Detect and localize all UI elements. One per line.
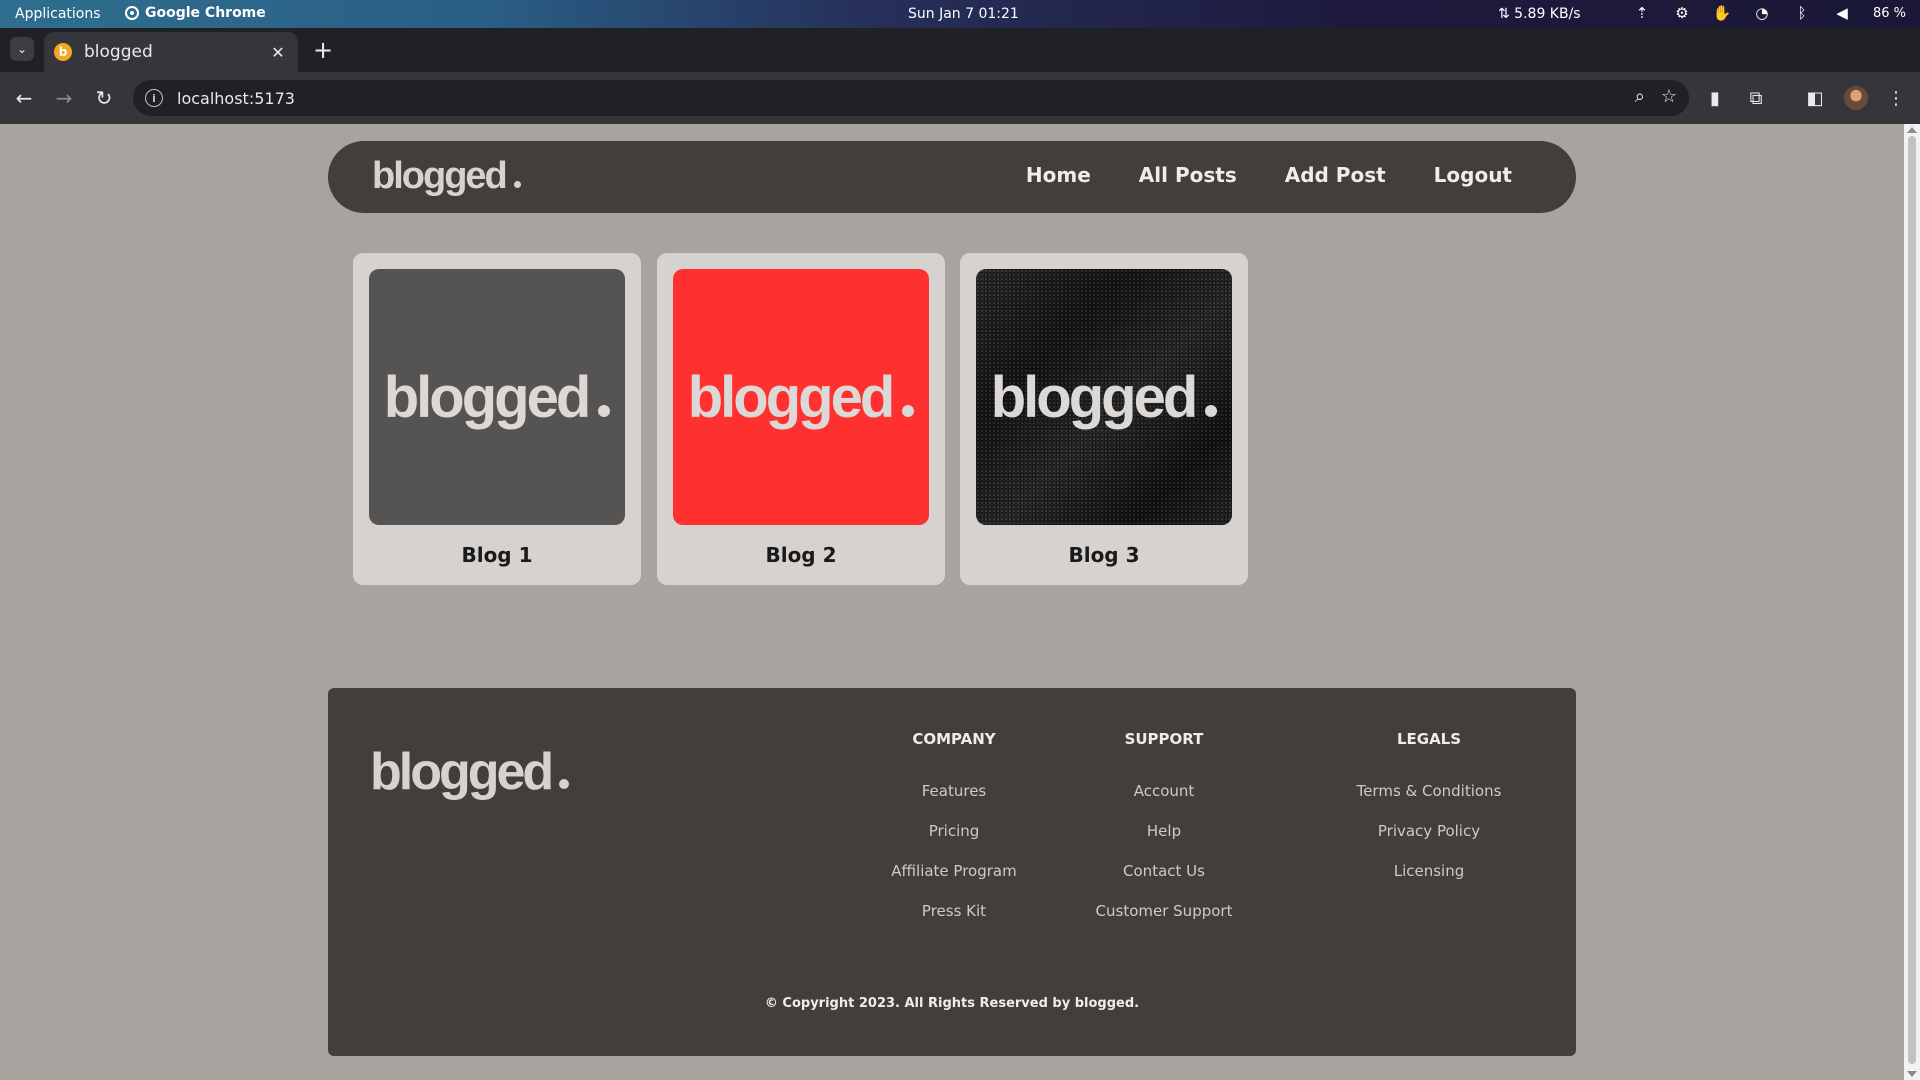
footer-column-support: SUPPORT Account Help Contact Us Customer… <box>1074 730 1254 942</box>
footer-heading: LEGALS <box>1396 730 1462 748</box>
footer-link-licensing[interactable]: Licensing <box>1329 862 1529 880</box>
post-title[interactable]: Blog 1 <box>353 543 641 567</box>
main-nav: Home All Posts Add Post Logout <box>1026 163 1512 187</box>
profile-avatar[interactable] <box>1842 84 1870 112</box>
bluetooth-icon[interactable]: ᛒ <box>1793 4 1811 22</box>
logo-dot-icon <box>559 779 570 789</box>
side-panel-icon[interactable]: ◧ <box>1801 84 1829 112</box>
post-card[interactable]: blogged Blog 3 <box>960 253 1248 585</box>
battery-indicator[interactable]: 86 % <box>1873 6 1906 21</box>
logo-dot-icon <box>1205 404 1218 417</box>
thumbnail-logo: blogged <box>384 364 611 431</box>
post-title[interactable]: Blog 2 <box>657 543 945 567</box>
browser-toolbar: ← → ↻ i localhost:5173 ⌕ ☆ ▮ ⧉ ◧ ⋮ <box>0 72 1920 124</box>
site-info-icon[interactable]: i <box>145 89 163 107</box>
post-thumbnail[interactable]: blogged <box>673 269 929 525</box>
extensions-puzzle-icon[interactable]: ⧉ <box>1742 84 1770 112</box>
bookmark-star-icon[interactable]: ☆ <box>1661 86 1677 107</box>
applications-menu[interactable]: Applications <box>15 6 101 22</box>
scroll-thumb[interactable] <box>1908 136 1916 1064</box>
forward-arrow-icon[interactable]: → <box>50 84 78 112</box>
footer-column-legals: LEGALS Terms & Conditions Privacy Policy… <box>1329 730 1529 902</box>
url-text[interactable]: localhost:5173 <box>177 89 295 108</box>
tab-title: blogged <box>84 42 153 62</box>
logo-dot-icon <box>902 404 915 417</box>
footer-logo[interactable]: blogged <box>370 742 570 802</box>
post-thumbnail[interactable]: blogged <box>976 269 1232 525</box>
nav-add-post[interactable]: Add Post <box>1285 163 1386 187</box>
chrome-icon <box>125 6 139 20</box>
footer-link-customer-support[interactable]: Customer Support <box>1074 902 1254 920</box>
extension-icon[interactable]: ▮ <box>1701 84 1729 112</box>
thumbnail-logo-text: blogged <box>687 364 896 430</box>
nav-logout[interactable]: Logout <box>1434 163 1512 187</box>
scroll-up-arrow-icon[interactable] <box>1907 127 1917 133</box>
settings-gear-icon[interactable]: ⚙ <box>1673 4 1691 22</box>
active-app-indicator[interactable]: Google Chrome <box>125 5 266 21</box>
thumbnail-logo-text: blogged <box>383 364 592 430</box>
footer-link-help[interactable]: Help <box>1074 822 1254 840</box>
post-thumbnail[interactable]: blogged <box>369 269 625 525</box>
network-speed: ⇅ 5.89 KB/s <box>1498 6 1581 22</box>
footer-heading: SUPPORT <box>1124 730 1204 748</box>
footer-link-pricing[interactable]: Pricing <box>864 822 1044 840</box>
wifi-icon[interactable]: ◔ <box>1753 4 1771 22</box>
footer-link-features[interactable]: Features <box>864 782 1044 800</box>
post-title[interactable]: Blog 3 <box>960 543 1248 567</box>
footer-link-account[interactable]: Account <box>1074 782 1254 800</box>
footer-link-press-kit[interactable]: Press Kit <box>864 902 1044 920</box>
thumbnail-logo: blogged <box>688 364 915 431</box>
close-tab-icon[interactable]: ✕ <box>268 43 288 62</box>
active-app-name: Google Chrome <box>145 5 266 21</box>
nav-all-posts[interactable]: All Posts <box>1139 163 1237 187</box>
thumbnail-logo: blogged <box>991 364 1218 431</box>
address-bar[interactable]: i localhost:5173 ⌕ ☆ <box>133 80 1689 116</box>
network-indicator-icon[interactable]: ⇡ <box>1633 4 1651 22</box>
system-tray: ⇡ ⚙ ✋ ◔ ᛒ ◀ 86 % <box>1633 4 1906 22</box>
footer-link-terms[interactable]: Terms & Conditions <box>1329 782 1529 800</box>
site-header: blogged Home All Posts Add Post Logout <box>328 141 1576 213</box>
nav-home[interactable]: Home <box>1026 163 1091 187</box>
thumbnail-logo-text: blogged <box>990 364 1199 430</box>
logo-dot-icon <box>598 404 611 417</box>
copyright-text: © Copyright 2023. All Rights Reserved by… <box>764 996 1140 1011</box>
browser-menu-icon[interactable]: ⋮ <box>1882 84 1910 112</box>
tab-blogged[interactable]: b blogged ✕ <box>44 32 298 72</box>
page-scrollbar[interactable] <box>1904 124 1920 1080</box>
footer-link-privacy-policy[interactable]: Privacy Policy <box>1329 822 1529 840</box>
footer-heading: COMPANY <box>912 730 996 748</box>
new-tab-plus-icon[interactable]: + <box>313 36 333 64</box>
reload-icon[interactable]: ↻ <box>90 84 118 112</box>
back-arrow-icon[interactable]: ← <box>10 84 38 112</box>
volume-icon[interactable]: ◀ <box>1833 4 1851 22</box>
tab-search-chevron-icon[interactable]: ⌄ <box>10 37 34 61</box>
logo-dot-icon <box>513 181 521 188</box>
header-logo[interactable]: blogged <box>372 155 521 198</box>
footer-column-company: COMPANY Features Pricing Affiliate Progr… <box>864 730 1044 942</box>
zoom-icon[interactable]: ⌕ <box>1635 86 1645 107</box>
logo-text: blogged <box>370 743 554 801</box>
footer-link-contact-us[interactable]: Contact Us <box>1074 862 1254 880</box>
os-top-bar: Applications Google Chrome Sun Jan 7 01:… <box>0 0 1920 28</box>
post-card[interactable]: blogged Blog 2 <box>657 253 945 585</box>
scroll-down-arrow-icon[interactable] <box>1907 1071 1917 1077</box>
logo-text: blogged <box>372 155 508 197</box>
hand-icon[interactable]: ✋ <box>1713 4 1732 22</box>
avatar-icon <box>1844 86 1868 110</box>
footer-link-affiliate-program[interactable]: Affiliate Program <box>864 862 1044 880</box>
favicon-icon: b <box>54 43 72 61</box>
post-card[interactable]: blogged Blog 1 <box>353 253 641 585</box>
clock[interactable]: Sun Jan 7 01:21 <box>908 6 1019 22</box>
tab-strip: ⌄ b blogged ✕ + <box>0 28 1920 72</box>
site-footer: blogged COMPANY Features Pricing Affilia… <box>328 688 1576 1056</box>
